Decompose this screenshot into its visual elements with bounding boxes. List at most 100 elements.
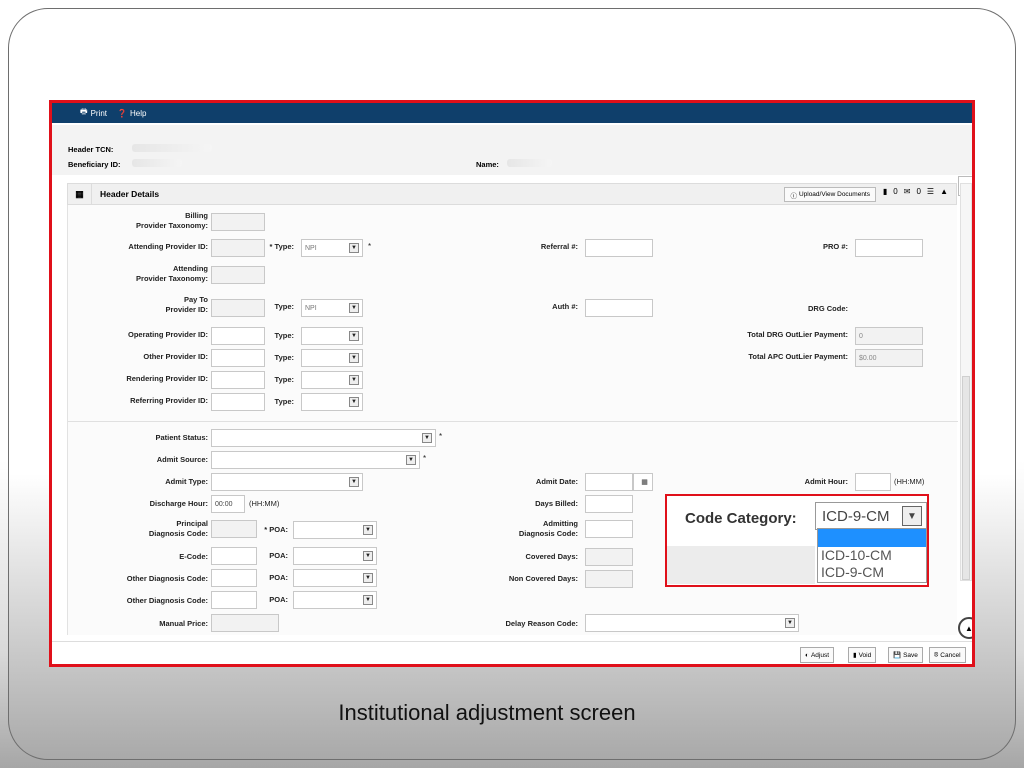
chevron-down-icon: ▼ — [363, 595, 373, 605]
required-star: * — [439, 432, 443, 441]
vertical-scrollbar[interactable] — [960, 183, 972, 581]
chevron-down-icon: ▼ — [422, 433, 432, 443]
auth-input[interactable] — [585, 299, 653, 317]
chevron-down-icon: ▼ — [349, 243, 359, 253]
other-dx-poa-label: POA: — [269, 573, 288, 582]
slide-caption: Institutional adjustment screen — [338, 700, 636, 725]
option-blank[interactable] — [818, 529, 926, 547]
referring-id-label: Referring Provider ID: — [130, 396, 208, 405]
other-dx-poa-select[interactable]: ▼ — [293, 591, 377, 609]
operating-id-input[interactable] — [211, 327, 265, 345]
covered-days-label: Covered Days: — [525, 552, 578, 561]
referral-input[interactable] — [585, 239, 653, 257]
other-dx-input[interactable] — [211, 591, 257, 609]
patient-status-select[interactable]: ▼ — [211, 429, 436, 447]
other-provider-input[interactable] — [211, 349, 265, 367]
days-billed-input[interactable] — [585, 495, 633, 513]
document-icon: ▮ — [853, 652, 857, 659]
admitting-dx-label: Admitting Diagnosis Code: — [518, 519, 578, 538]
adjust-button[interactable]: ◐ Adjust — [800, 647, 835, 663]
collapse-icon[interactable]: ▲ — [940, 187, 948, 196]
adjust-icon: ◐ — [805, 651, 809, 659]
principal-poa-select[interactable]: ▼ — [293, 521, 377, 539]
pay-to-label: Pay To Provider ID: — [165, 295, 208, 314]
other-provider-label: Other Provider ID: — [143, 352, 208, 361]
principal-dx-input[interactable] — [211, 520, 257, 538]
required-star: * — [423, 454, 427, 463]
delay-reason-select[interactable]: ▼ — [585, 614, 799, 632]
attending-id-input[interactable] — [211, 239, 265, 257]
top-toolbar: 🖶 Print ❓ Help — [52, 103, 972, 123]
chevron-down-icon: ▼ — [349, 375, 359, 385]
option-icd10[interactable]: ICD-10-CM — [818, 547, 926, 564]
chevron-down-icon: ▼ — [902, 506, 922, 526]
admit-hour-input[interactable] — [855, 473, 891, 491]
header-tcn-label: Header TCN: — [68, 145, 114, 154]
cancel-icon: ⦻ — [934, 651, 939, 658]
admit-source-label: Admit Source: — [156, 455, 208, 464]
pay-to-input[interactable] — [211, 299, 265, 317]
scroll-top-button[interactable]: ▲ — [958, 617, 972, 639]
ecode-poa-select[interactable]: ▼ — [293, 547, 377, 565]
name-label: Name: — [476, 160, 499, 169]
ecode-poa-label: POA: — [269, 551, 288, 560]
pay-to-type-select[interactable]: NPI ▼ — [301, 299, 363, 317]
other-type-label: Type: — [274, 353, 294, 362]
attending-taxonomy-input[interactable] — [211, 266, 265, 284]
header-info: Header TCN: Beneficiary ID: Name: — [52, 125, 972, 175]
help-icon: ❓ — [117, 108, 127, 118]
required-star: * — [368, 242, 372, 251]
drg-outlier-input: 0 — [855, 327, 923, 345]
code-category-select[interactable]: ICD-9-CM ▼ — [815, 502, 927, 530]
help-button[interactable]: ❓ Help — [117, 109, 146, 118]
chevron-down-icon: ▼ — [349, 397, 359, 407]
chevron-down-icon: ▼ — [363, 525, 373, 535]
admit-date-input[interactable] — [585, 473, 633, 491]
manual-price-label: Manual Price: — [159, 619, 208, 628]
operating-type-label: Type: — [274, 331, 294, 340]
void-button[interactable]: ▮ Void — [848, 647, 877, 663]
admit-type-label: Admit Type: — [165, 477, 208, 486]
referring-id-input[interactable] — [211, 393, 265, 411]
rendering-id-input[interactable] — [211, 371, 265, 389]
mail-icon[interactable]: ✉ — [904, 187, 911, 196]
discharge-hour-label: Discharge Hour: — [149, 499, 208, 508]
other-type-select[interactable]: ▼ — [301, 349, 363, 367]
upload-documents-button[interactable]: ⓘ Upload/View Documents — [784, 187, 876, 202]
zoom-background — [667, 546, 815, 584]
referring-type-select[interactable]: ▼ — [301, 393, 363, 411]
attending-type-label: * Type: — [269, 242, 294, 251]
chevron-down-icon: ▼ — [406, 455, 416, 465]
operating-id-label: Operating Provider ID: — [127, 330, 208, 339]
attending-taxonomy-label: Attending Provider Taxonomy: — [136, 264, 208, 283]
list-icon[interactable]: ☰ — [927, 187, 934, 196]
document-icon[interactable]: ▮ — [883, 187, 887, 196]
admit-hour-label: Admit Hour: — [804, 477, 848, 486]
section-divider — [68, 421, 958, 422]
redacted-value — [132, 159, 182, 167]
header-details-panel-head[interactable]: ▦ Header Details ⓘ Upload/View Documents … — [67, 183, 957, 205]
cancel-button[interactable]: ⦻ Cancel — [929, 647, 966, 663]
calendar-icon[interactable]: ▦ — [633, 473, 653, 491]
admitting-dx-input[interactable] — [585, 520, 633, 538]
print-button[interactable]: 🖶 Print — [80, 106, 107, 120]
option-icd9[interactable]: ICD-9-CM — [818, 564, 926, 581]
other-dx-input[interactable] — [211, 569, 257, 587]
pro-input[interactable] — [855, 239, 923, 257]
other-dx-poa-select[interactable]: ▼ — [293, 569, 377, 587]
scroll-thumb[interactable] — [962, 376, 970, 580]
billing-taxonomy-input[interactable] — [211, 213, 265, 231]
admit-source-select[interactable]: ▼ — [211, 451, 420, 469]
operating-type-select[interactable]: ▼ — [301, 327, 363, 345]
drg-outlier-label: Total DRG OutLier Payment: — [747, 330, 848, 339]
discharge-hour-input[interactable]: 00:00 — [211, 495, 245, 513]
attending-type-select[interactable]: NPI ▼ — [301, 239, 363, 257]
pay-to-type-label: Type: — [274, 302, 294, 311]
admit-type-select[interactable]: ▼ — [211, 473, 363, 491]
discharge-hour-format: (HH:MM) — [249, 499, 280, 508]
auth-label: Auth #: — [552, 302, 578, 311]
save-button[interactable]: 💾 Save — [888, 647, 923, 663]
ecode-input[interactable] — [211, 547, 257, 565]
chevron-down-icon: ▼ — [349, 477, 359, 487]
rendering-type-select[interactable]: ▼ — [301, 371, 363, 389]
